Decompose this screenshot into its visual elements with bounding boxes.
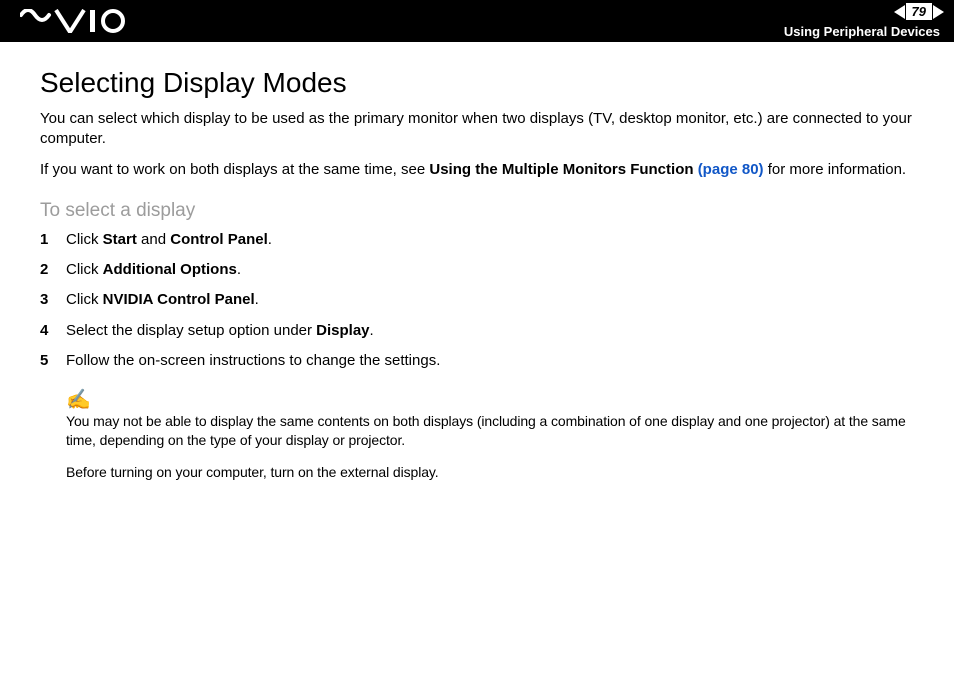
xref-title: Using the Multiple Monitors Function: [429, 161, 697, 178]
intro-text: If you want to work on both displays at …: [40, 161, 429, 178]
step-text: Follow the on-screen instructions to cha…: [66, 351, 440, 371]
step-item: 5 Follow the on-screen instructions to c…: [40, 351, 914, 371]
step-item: 2 Click Additional Options.: [40, 260, 914, 280]
step-number: 4: [40, 321, 66, 341]
next-page-icon[interactable]: [933, 5, 944, 19]
intro-paragraph-2: If you want to work on both displays at …: [40, 160, 914, 180]
header-bar: 79 Using Peripheral Devices: [0, 0, 954, 42]
step-number: 1: [40, 230, 66, 250]
step-number: 5: [40, 351, 66, 371]
note-icon: ✍: [66, 387, 914, 412]
step-text: Select the display setup option under Di…: [66, 321, 374, 341]
intro-paragraph-1: You can select which display to be used …: [40, 109, 914, 150]
note-text-1: You may not be able to display the same …: [66, 412, 914, 450]
step-text: Click Additional Options.: [66, 260, 241, 280]
section-title: Using Peripheral Devices: [784, 22, 944, 39]
header-right: 79 Using Peripheral Devices: [784, 3, 944, 39]
page-navigator: 79: [894, 3, 944, 20]
procedure-subtitle: To select a display: [40, 200, 914, 222]
vaio-logo: [20, 9, 130, 33]
note-text-2: Before turning on your computer, turn on…: [66, 464, 914, 480]
page-content: Selecting Display Modes You can select w…: [0, 42, 954, 500]
step-item: 3 Click NVIDIA Control Panel.: [40, 290, 914, 310]
page-title: Selecting Display Modes: [40, 67, 914, 99]
page-number: 79: [906, 3, 932, 20]
steps-list: 1 Click Start and Control Panel. 2 Click…: [40, 230, 914, 371]
page-link[interactable]: (page 80): [698, 161, 764, 178]
step-item: 1 Click Start and Control Panel.: [40, 230, 914, 250]
intro-text-tail: for more information.: [764, 161, 907, 178]
step-number: 2: [40, 260, 66, 280]
step-item: 4 Select the display setup option under …: [40, 321, 914, 341]
step-number: 3: [40, 290, 66, 310]
note-block: ✍ You may not be able to display the sam…: [66, 387, 914, 480]
step-text: Click NVIDIA Control Panel.: [66, 290, 259, 310]
prev-page-icon[interactable]: [894, 5, 905, 19]
step-text: Click Start and Control Panel.: [66, 230, 272, 250]
